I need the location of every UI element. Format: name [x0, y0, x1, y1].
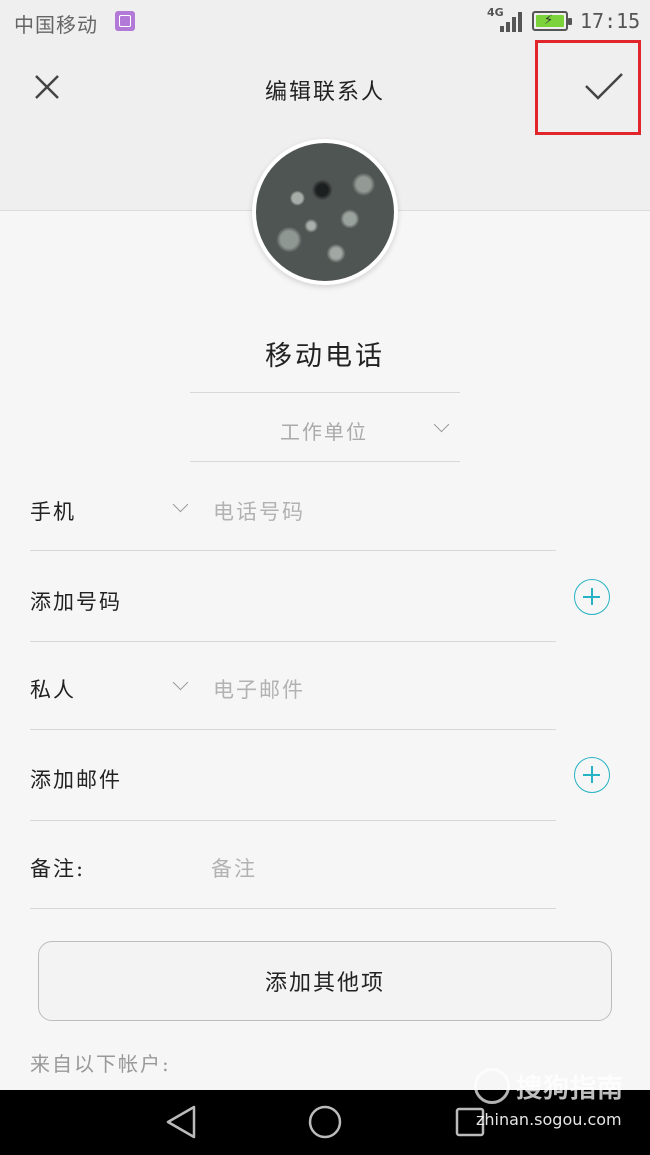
phone-divider [30, 550, 556, 551]
phone-type-chevron-icon[interactable] [172, 496, 189, 513]
watermark-url: zhinan.sogou.com [476, 1110, 622, 1129]
back-triangle-icon [166, 1105, 196, 1139]
gallery-icon [115, 11, 135, 31]
chevron-down-icon [433, 416, 450, 433]
watermark-text: 搜狗指南 [516, 1074, 625, 1104]
carrier-name: 中国移动 [14, 13, 98, 37]
note-label: 备注: [30, 857, 86, 881]
add-phone-label: 添加号码 [30, 590, 122, 614]
back-button[interactable] [164, 1104, 198, 1144]
sogou-watermark: 搜狗指南 zhinan.sogou.com [474, 1066, 644, 1129]
highlight-annotation-box [535, 40, 641, 135]
add-email-label: 添加邮件 [30, 768, 122, 792]
note-input[interactable]: 备注 [211, 853, 257, 883]
email-type-chevron-icon[interactable] [172, 674, 189, 691]
add-other-field-button[interactable]: 添加其他项 [38, 941, 612, 1021]
status-bar: 中国移动 4G ⚡ 17:15 [0, 0, 650, 44]
accounts-section-label: 来自以下帐户: [30, 1052, 171, 1076]
contact-name[interactable]: 移动电话 [0, 334, 650, 373]
add-phone-divider [30, 641, 556, 642]
sogou-logo-icon [474, 1068, 510, 1104]
name-divider [190, 392, 460, 393]
phone-type-label[interactable]: 手机 [30, 496, 76, 526]
email-divider [30, 729, 556, 730]
note-divider [30, 908, 556, 909]
add-email-divider [30, 820, 556, 821]
phone-number-input[interactable]: 电话号码 [213, 496, 305, 526]
email-type-label[interactable]: 私人 [30, 674, 76, 704]
status-time: 17:15 [580, 9, 641, 33]
battery-charging-icon: ⚡ [532, 11, 572, 31]
company-divider [190, 461, 460, 462]
email-input[interactable]: 电子邮件 [213, 674, 305, 704]
add-phone-plus-icon[interactable] [574, 579, 610, 615]
signal-bars-icon [498, 12, 522, 32]
add-email-plus-icon[interactable] [574, 757, 610, 793]
company-placeholder: 工作单位 [280, 420, 368, 444]
contact-avatar[interactable] [256, 143, 394, 281]
home-button[interactable] [307, 1104, 343, 1144]
home-circle-icon [308, 1105, 342, 1139]
